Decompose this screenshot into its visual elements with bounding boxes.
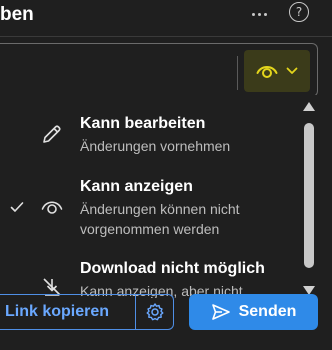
checkmark-icon: [10, 202, 24, 212]
menu-item-description: Änderungen vornehmen: [80, 138, 231, 154]
help-icon[interactable]: ?: [289, 2, 309, 22]
menu-item-title: Kann bearbeiten: [80, 115, 206, 132]
send-button-label: Senden: [238, 303, 297, 320]
permission-dropdown-button[interactable]: [244, 50, 310, 92]
scroll-thumb[interactable]: [304, 123, 314, 268]
menu-item-can-view[interactable]: Kann anzeigen Änderungen können nicht vo…: [0, 173, 300, 245]
pencil-icon: [43, 125, 61, 143]
link-settings-button[interactable]: [136, 295, 173, 329]
chevron-down-icon: [286, 67, 298, 74]
menu-item-description: Änderungen können nicht vorgenommen werd…: [80, 201, 240, 237]
eye-icon: [41, 201, 63, 214]
panel-title: ben: [0, 4, 34, 25]
menu-item-title: Kann anzeigen: [80, 178, 193, 195]
copy-link-group: Link kopieren: [0, 294, 174, 330]
send-button[interactable]: Senden: [189, 294, 318, 330]
more-options-icon[interactable]: [249, 4, 269, 24]
gear-icon: [146, 303, 163, 321]
permission-menu: Kann bearbeiten Änderungen vornehmen Kan…: [0, 95, 320, 298]
field-divider: [237, 56, 238, 90]
header-divider: [0, 36, 332, 37]
menu-item-can-edit[interactable]: Kann bearbeiten Änderungen vornehmen: [0, 110, 300, 170]
copy-link-button[interactable]: Link kopieren: [0, 295, 136, 329]
scroll-up-arrow-icon[interactable]: [303, 102, 315, 111]
menu-item-title: Download nicht möglich: [80, 260, 265, 277]
send-icon: [211, 304, 230, 320]
eye-icon: [256, 66, 278, 78]
menu-item-no-download[interactable]: Download nicht möglich Kann anzeigen, ab…: [0, 260, 300, 298]
menu-scrollbar[interactable]: [300, 100, 318, 297]
